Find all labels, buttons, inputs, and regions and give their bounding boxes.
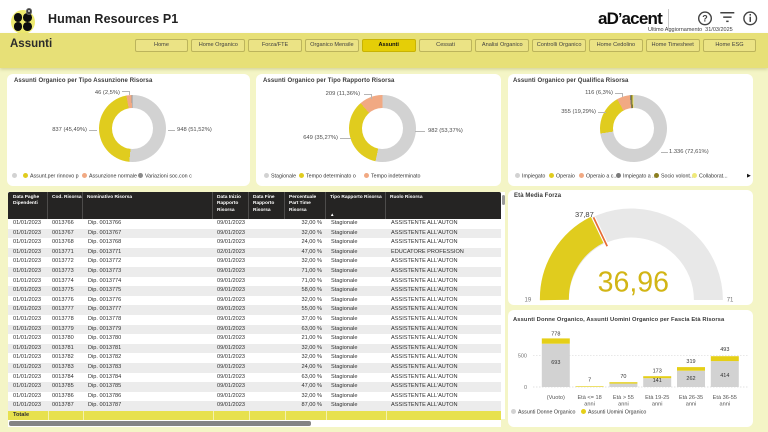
svg-text:173: 173: [653, 368, 662, 374]
svg-text:Età <= 18: Età <= 18: [577, 395, 601, 401]
svg-text:500: 500: [518, 354, 527, 360]
svg-text:Età > 55: Età > 55: [613, 395, 634, 401]
svg-text:0: 0: [524, 385, 527, 391]
svg-text:Età 36-55: Età 36-55: [713, 395, 737, 401]
svg-text:anni: anni: [686, 402, 697, 408]
svg-text:?: ?: [702, 14, 708, 24]
svg-text:anni: anni: [618, 402, 629, 408]
svg-text:71: 71: [727, 298, 734, 304]
svg-text:141: 141: [653, 378, 662, 384]
svg-text:anni: anni: [720, 402, 731, 408]
svg-text:693: 693: [551, 360, 560, 366]
svg-text:37,87: 37,87: [575, 210, 594, 219]
svg-text:36,96: 36,96: [598, 267, 669, 299]
svg-text:778: 778: [551, 332, 560, 338]
svg-text:anni: anni: [652, 402, 663, 408]
svg-text:anni: anni: [584, 402, 595, 408]
svg-text:414: 414: [720, 373, 729, 379]
svg-text:(Vuoto): (Vuoto): [547, 395, 565, 401]
svg-text:70: 70: [620, 374, 626, 380]
svg-text:Età 19-25: Età 19-25: [645, 395, 669, 401]
svg-text:493: 493: [720, 347, 729, 353]
svg-text:19: 19: [525, 298, 532, 304]
svg-text:319: 319: [686, 359, 695, 365]
svg-text:262: 262: [686, 376, 695, 382]
svg-text:Età 26-35: Età 26-35: [679, 395, 703, 401]
svg-text:7: 7: [588, 378, 591, 384]
